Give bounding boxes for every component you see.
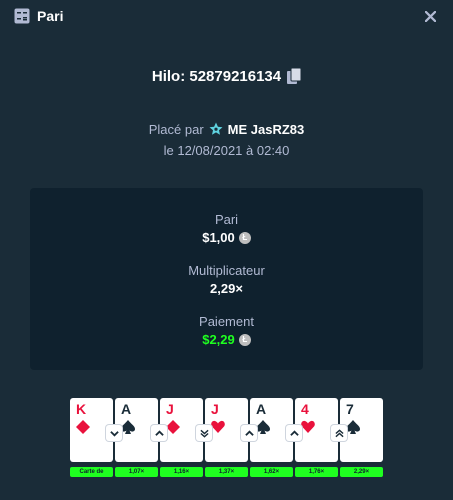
double-chevron-up-icon	[334, 428, 344, 437]
card-tag: 1,76×	[295, 467, 338, 477]
diamond-icon	[76, 420, 90, 434]
spade-icon	[346, 420, 360, 434]
lower-equal-guess-badge	[196, 425, 212, 441]
litecoin-icon: Ł	[238, 231, 251, 244]
card-tag: 1,62×	[250, 467, 293, 477]
payout-row: $2,29 Ł	[30, 332, 423, 347]
bet-amount-row: $1,00 Ł	[30, 230, 423, 245]
bet-details-panel: Pari $1,00 Ł Multiplicateur 2,29× Paieme…	[30, 188, 423, 370]
diamond-icon	[166, 420, 180, 434]
bet-date: le 12/08/2021 à 02:40	[163, 143, 290, 158]
card-tag: 1,37×	[205, 467, 248, 477]
bet-id-row: Hilo: 52879216134	[0, 66, 453, 86]
copy-icon[interactable]	[287, 68, 302, 84]
multiplier-label: Multiplicateur	[188, 263, 265, 278]
lower-guess-badge	[106, 425, 122, 441]
multiplier-value: 2,29×	[210, 281, 243, 296]
multiplier-row: 2,29×	[30, 281, 423, 296]
card-rank: 4	[301, 401, 309, 417]
bet-amount-value: $1,00	[202, 230, 235, 245]
bet-id: Hilo: 52879216134	[151, 67, 282, 85]
card-rank: J	[211, 401, 219, 417]
card-rank: A	[256, 401, 267, 417]
card-tag: Carte de	[70, 467, 113, 477]
card-rank: A	[121, 401, 132, 417]
close-button[interactable]	[421, 7, 439, 25]
vip-star-icon	[209, 122, 223, 135]
higher-guess-badge	[286, 425, 302, 441]
spade-icon	[121, 420, 135, 434]
heart-icon	[211, 420, 225, 433]
card-rank: J	[166, 401, 174, 417]
litecoin-icon: Ł	[238, 333, 251, 346]
chevron-down-icon	[109, 430, 119, 437]
modal-header: Pari	[0, 0, 453, 32]
modal-title: Pari	[37, 8, 64, 24]
higher-guess-badge	[241, 425, 257, 441]
user-link[interactable]: ME JasRZ83	[228, 122, 305, 137]
card-tag: 1,07×	[115, 467, 158, 477]
bet-amount-stat: Pari $1,00 Ł	[30, 212, 423, 245]
spade-icon	[256, 420, 270, 434]
close-icon[interactable]	[424, 10, 436, 22]
higher-guess-badge	[151, 425, 167, 441]
heart-icon	[301, 420, 315, 433]
payout-value: $2,29	[202, 332, 235, 347]
card-tag: 2,29×	[340, 467, 383, 477]
bet-amount-label: Pari	[214, 212, 239, 227]
double-chevron-down-icon	[199, 429, 209, 438]
card-rank: 7	[346, 401, 354, 417]
payout-label: Paiement	[199, 314, 254, 329]
card-tag: 1,16×	[160, 467, 203, 477]
card-rank: K	[76, 401, 87, 417]
placed-by-label: Placé par	[148, 121, 204, 137]
higher-equal-guess-badge	[331, 425, 347, 441]
chevron-up-icon	[289, 429, 299, 436]
chevron-up-icon	[244, 429, 254, 436]
chevron-up-icon	[154, 429, 164, 436]
placed-by-row: Placé par ME JasRZ83	[0, 120, 453, 138]
bet-slip-icon	[14, 8, 30, 24]
payout-stat: Paiement $2,29 Ł	[30, 314, 423, 347]
multiplier-stat: Multiplicateur 2,29×	[30, 263, 423, 296]
